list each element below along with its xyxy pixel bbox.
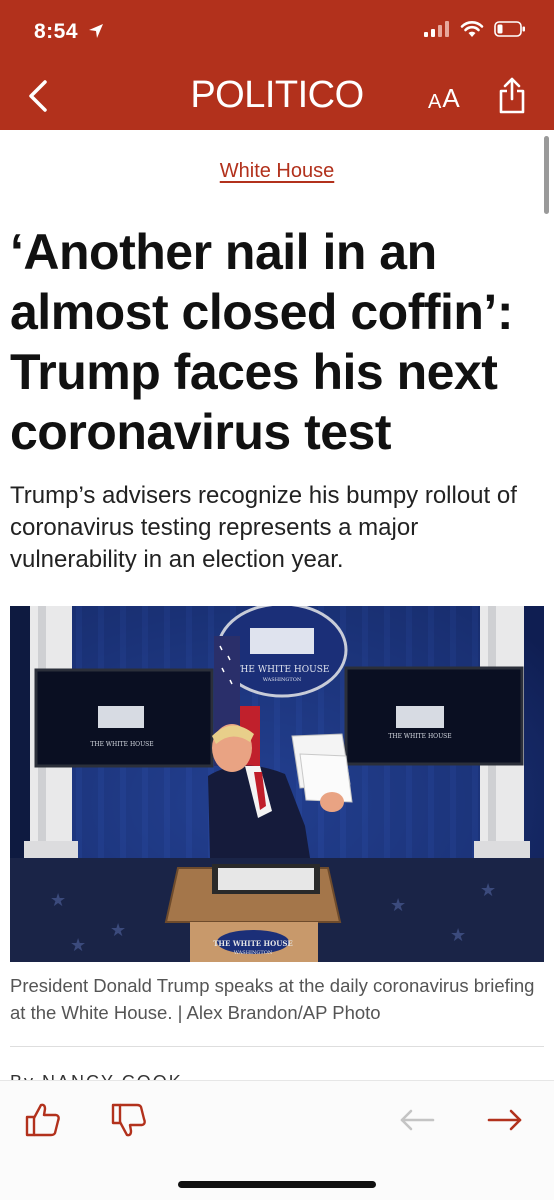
status-bar: 8:54 [0,0,554,62]
brand-logo: POLITICO [190,74,364,116]
text-size-button[interactable]: A A [428,80,460,114]
screen-left-label: THE WHITE HOUSE [90,741,153,748]
byline-text: By NANCY COOK [10,1072,544,1080]
like-button[interactable] [18,1095,68,1145]
status-icons [424,20,526,38]
divider [10,1046,544,1047]
chevron-left-icon [29,80,47,112]
cellular-signal-icon [424,21,449,37]
home-indicator[interactable] [178,1181,376,1188]
article-dek: Trump’s advisers recognize his bumpy rol… [10,482,517,573]
arrow-right-icon [487,1109,522,1131]
status-time: 8:54 [34,20,104,44]
share-icon [499,77,525,114]
svg-text:★: ★ [450,925,466,946]
next-article-button[interactable] [480,1095,530,1145]
back-button[interactable] [18,76,58,116]
thumbs-up-icon [25,1103,60,1137]
svg-text:★: ★ [110,920,126,941]
thumbs-down-icon [111,1103,146,1137]
photo-caption: President Donald Trump speaks at the dai… [10,975,535,1023]
svg-text:★: ★ [390,895,406,916]
podium-subtext: WASHINGTON [234,950,273,956]
svg-text:★: ★ [50,890,66,911]
share-button[interactable] [494,76,530,116]
svg-text:★: ★ [70,935,86,956]
nav-bar: POLITICO A A [0,62,554,130]
location-arrow-icon [89,24,104,38]
battery-icon [494,21,525,37]
section-label: White House [0,160,554,183]
previous-article-button[interactable] [392,1095,442,1145]
wifi-icon [460,21,484,37]
byline[interactable]: By NANCY COOK [10,1066,544,1080]
text-size-large-label: A [442,83,460,113]
podium-text: THE WHITE HOUSE [213,939,293,948]
seal-text: THE WHITE HOUSE [235,665,330,675]
text-size-small-label: A [428,91,442,113]
svg-text:★: ★ [480,880,496,901]
article-headline: ‘Another nail in an almost closed coffin… [10,224,513,460]
screen-right-label: THE WHITE HOUSE [388,733,451,740]
article-photo[interactable]: THE WHITE HOUSE WASHINGTON THE WHITE HOU… [10,606,544,962]
arrow-left-icon [400,1109,435,1131]
seal-subtext: WASHINGTON [263,677,302,683]
dislike-button[interactable] [104,1095,154,1145]
section-link[interactable]: White House [220,160,335,182]
